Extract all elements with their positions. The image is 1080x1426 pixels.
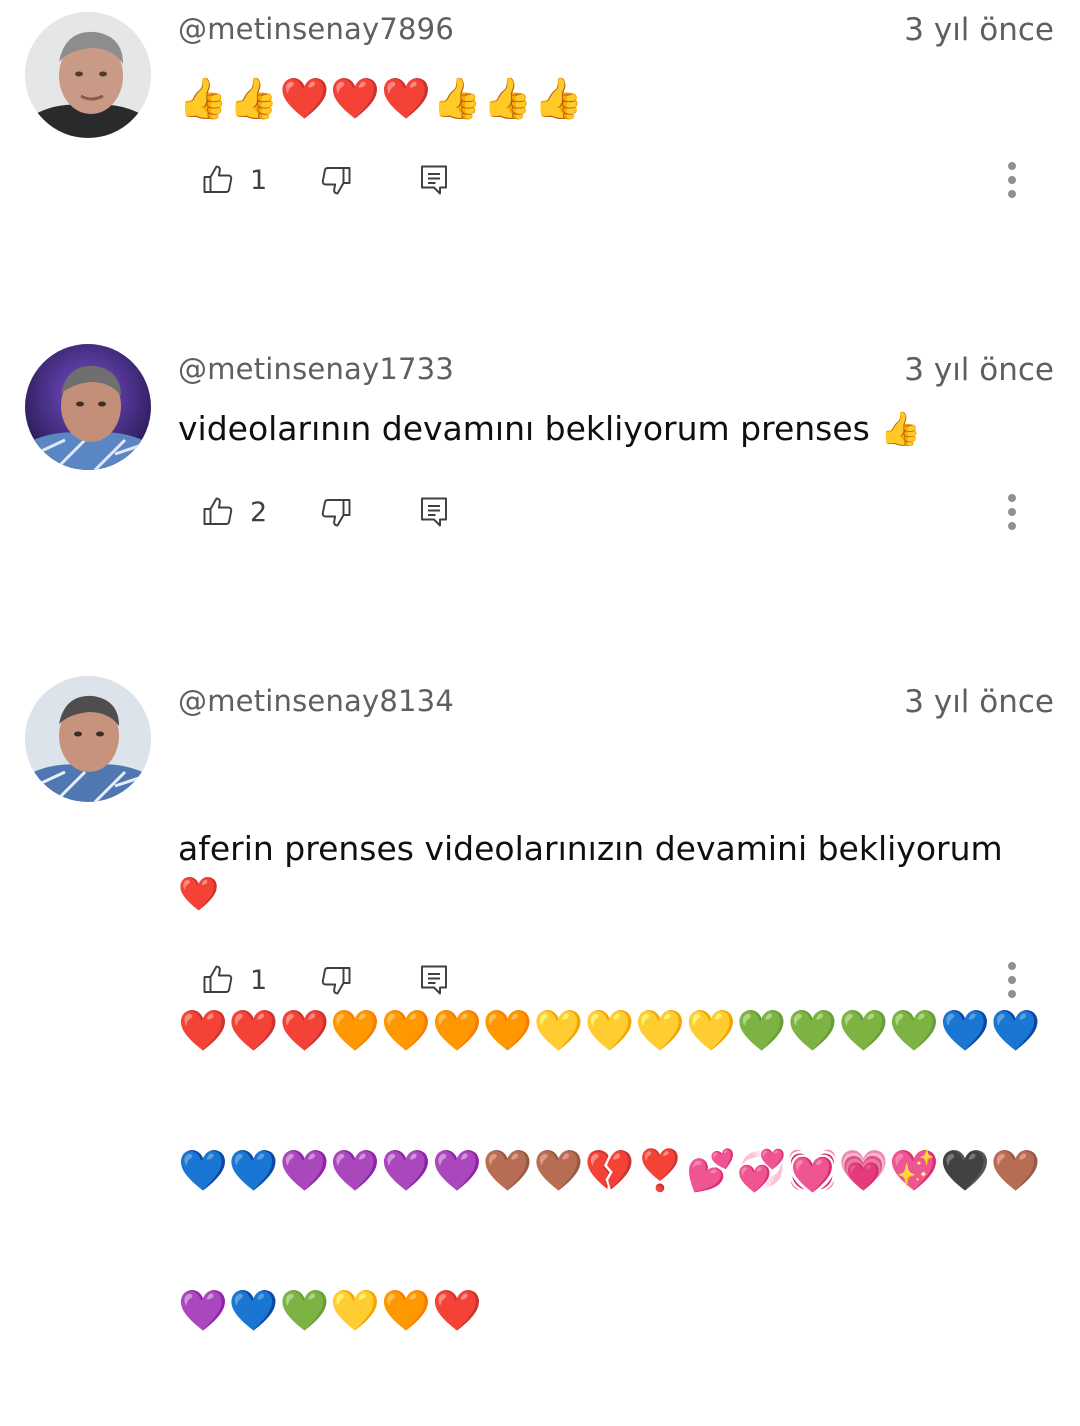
comment-actions: 1 <box>0 958 1080 1002</box>
comment-text-line: aferin prenses videolarınızın devamini b… <box>178 829 1024 913</box>
comment-author[interactable]: @metinsenay1733 <box>178 352 454 386</box>
thumb-up-icon <box>203 497 233 525</box>
comment-emoji-line: ❤️❤️❤️🧡🧡🧡🧡💛💛💛💛💚💚💚💚💙💙 <box>178 1008 1042 1054</box>
comment-actions: 1 <box>0 158 1080 202</box>
like-button[interactable]: 1 <box>200 958 267 1002</box>
more-dot <box>1008 522 1016 530</box>
avatar-photo <box>25 344 151 470</box>
dislike-button[interactable] <box>318 490 354 534</box>
thumb-down-icon <box>321 967 351 995</box>
comment-text: aferin prenses videolarınızın devamini b… <box>178 736 1048 1426</box>
comment-actions: 2 <box>0 490 1080 534</box>
thumb-up-icon <box>203 965 233 993</box>
more-dot <box>1008 976 1016 984</box>
more-options-button[interactable] <box>1000 958 1024 1002</box>
thumb-down-icon <box>321 167 351 195</box>
like-button[interactable]: 1 <box>200 158 267 202</box>
more-vertical-icon <box>1008 494 1016 502</box>
like-count: 1 <box>250 964 268 996</box>
more-dot <box>1008 990 1016 998</box>
reply-button[interactable] <box>416 158 452 202</box>
thumb-down-icon <box>321 499 351 527</box>
avatar[interactable] <box>25 12 151 138</box>
avatar[interactable] <box>25 676 151 802</box>
more-dot <box>1008 190 1016 198</box>
reply-comment-icon <box>421 165 447 195</box>
more-dot <box>1008 508 1016 516</box>
like-count: 2 <box>250 496 268 528</box>
like-button[interactable]: 2 <box>200 490 267 534</box>
comment-emoji-line: 💙💙💜💜💜💜🤎🤎💔❣️💕💞💓💗💖🖤🤎 <box>178 1148 1042 1194</box>
reply-button[interactable] <box>416 958 452 1002</box>
like-count: 1 <box>250 164 268 196</box>
more-options-button[interactable] <box>1000 490 1024 534</box>
comment-author[interactable]: @metinsenay7896 <box>178 12 454 46</box>
comment-author[interactable]: @metinsenay8134 <box>178 684 454 718</box>
more-dot <box>1008 176 1016 184</box>
more-vertical-icon <box>1008 962 1016 970</box>
reply-button[interactable] <box>416 490 452 534</box>
comment-text: videolarının devamını bekliyorum prenses… <box>178 409 922 448</box>
more-vertical-icon <box>1008 162 1016 170</box>
comment-text: 👍👍❤️❤️❤️👍👍👍 <box>178 76 585 122</box>
avatar[interactable] <box>25 344 151 470</box>
reply-comment-icon <box>421 965 447 995</box>
more-options-button[interactable] <box>1000 158 1024 202</box>
thumb-up-icon <box>203 165 233 193</box>
comment-timestamp: 3 yıl önce <box>904 684 1054 720</box>
comment-timestamp: 3 yıl önce <box>904 12 1054 48</box>
dislike-button[interactable] <box>318 958 354 1002</box>
reply-comment-icon <box>421 497 447 527</box>
avatar-photo <box>25 676 151 802</box>
avatar-photo <box>25 12 151 138</box>
comment-timestamp: 3 yıl önce <box>904 352 1054 388</box>
dislike-button[interactable] <box>318 158 354 202</box>
comment-emoji-line: 💜💙💚💛🧡❤️ <box>178 1288 483 1334</box>
